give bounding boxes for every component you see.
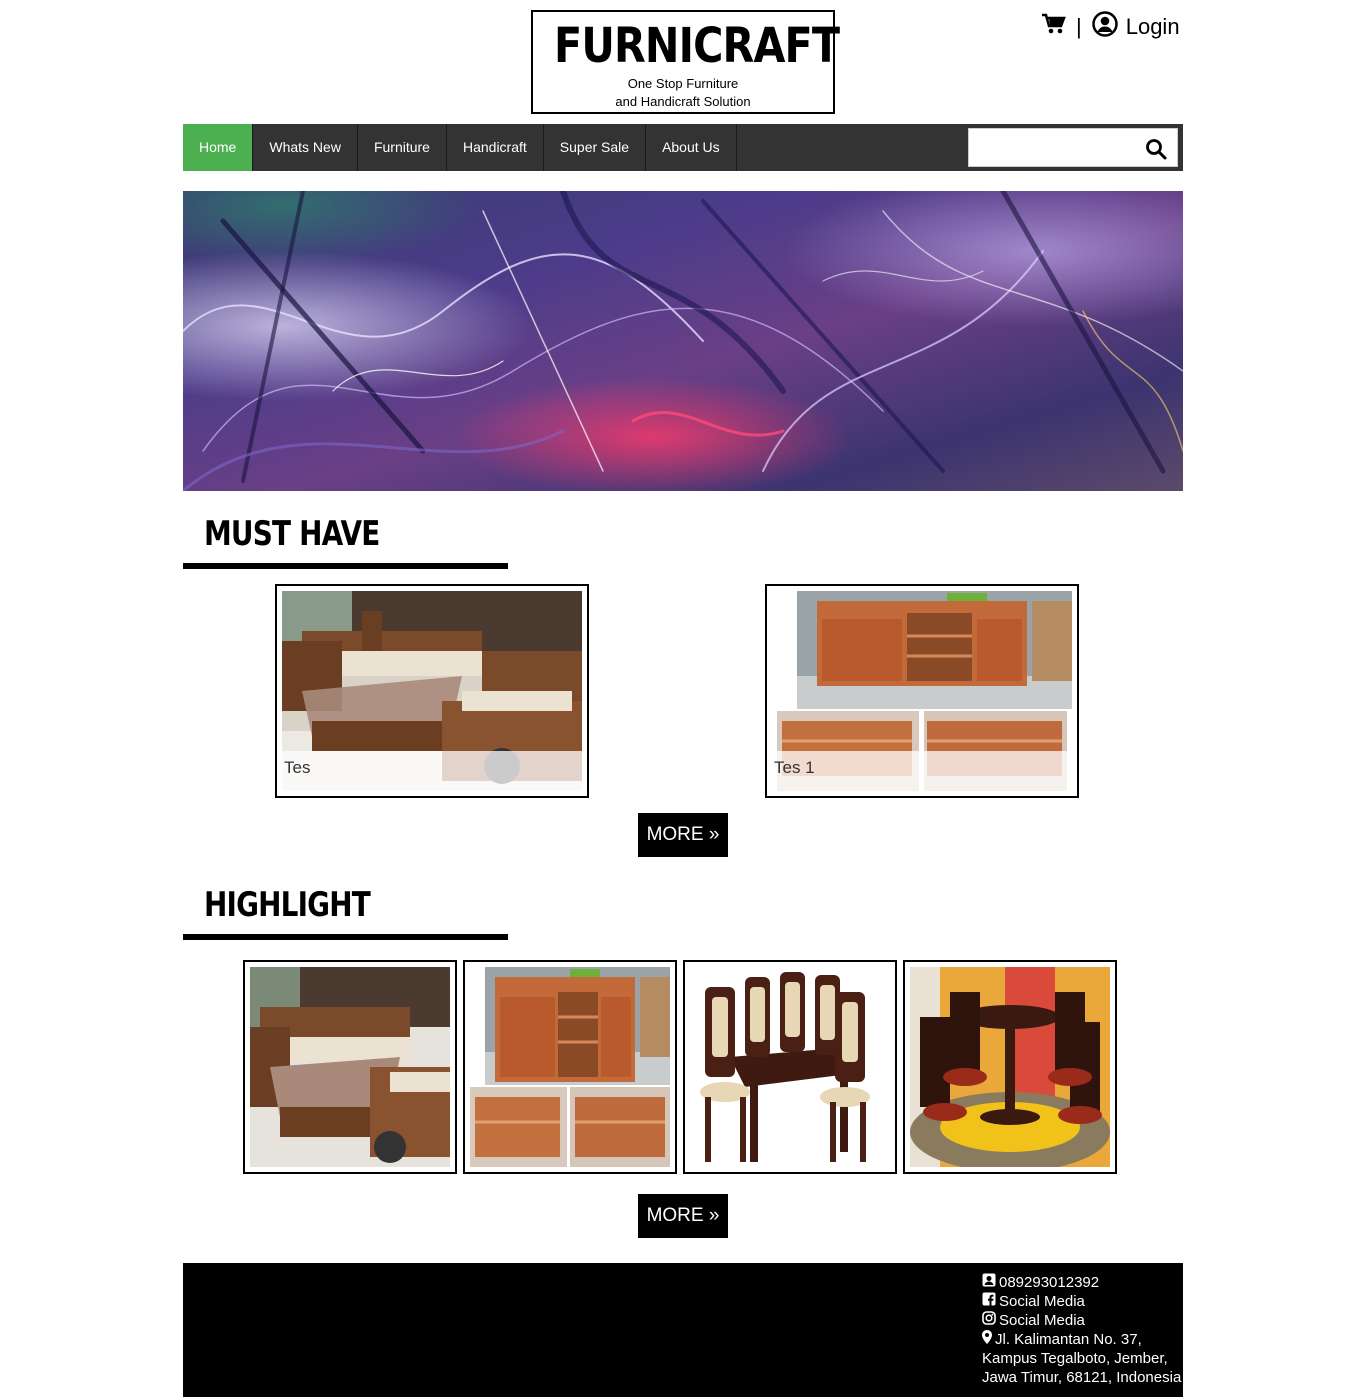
logo-title: FURNICRAFT: [554, 18, 840, 74]
must-have-title: MUST HAVE: [204, 514, 380, 554]
product-caption: Tes 1: [772, 751, 1072, 791]
highlight-image-cabinet: [470, 967, 670, 1167]
header-actions: | Login: [1042, 11, 1180, 43]
product-card[interactable]: Tes 1: [765, 584, 1079, 798]
product-card[interactable]: Tes: [275, 584, 589, 798]
instagram-icon: [982, 1311, 996, 1330]
map-marker-icon: [982, 1330, 992, 1349]
nav-home[interactable]: Home: [183, 124, 254, 171]
search-input[interactable]: [969, 129, 1134, 166]
main-navbar: Home Whats New Furniture Handicraft Supe…: [183, 124, 1183, 171]
footer-address-line-1: Jl. Kalimantan No. 37,: [995, 1331, 1142, 1348]
footer-facebook-link[interactable]: Social Media: [999, 1292, 1085, 1311]
cart-icon[interactable]: [1042, 13, 1066, 41]
nav-whats-new[interactable]: Whats New: [253, 124, 358, 171]
highlight-card[interactable]: [463, 960, 677, 1174]
nav-furniture[interactable]: Furniture: [358, 124, 447, 171]
header-separator: |: [1076, 14, 1082, 39]
product-caption: Tes: [282, 751, 582, 791]
contact-card-icon: [982, 1273, 996, 1292]
highlight-image-round-dining-set: [910, 967, 1110, 1167]
logo-subtitle-line-2: and Handicraft Solution: [615, 94, 751, 109]
nav-super-sale[interactable]: Super Sale: [544, 124, 647, 171]
site-logo[interactable]: FURNICRAFT One Stop Furniture and Handic…: [531, 10, 840, 114]
highlight-title: HIGHLIGHT: [204, 885, 371, 925]
logo-subtitle-line-1: One Stop Furniture: [627, 76, 739, 91]
search-icon[interactable]: [1145, 138, 1167, 160]
highlight-card[interactable]: [243, 960, 457, 1174]
nav-handicraft[interactable]: Handicraft: [447, 124, 544, 171]
must-have-more-button[interactable]: MORE »: [638, 813, 728, 857]
highlight-underline: [183, 934, 508, 940]
highlight-card[interactable]: [903, 960, 1117, 1174]
user-circle-icon[interactable]: [1091, 11, 1118, 43]
highlight-image-dining-set: [690, 967, 890, 1167]
contact-info: 089293012392 Social Media Social Media J…: [982, 1273, 1181, 1387]
abstract-banner-image: [183, 191, 1183, 491]
hero-banner: [183, 191, 1183, 491]
nav-about-us[interactable]: About Us: [646, 124, 737, 171]
footer-address-line-3: Jawa Timur, 68121, Indonesia: [982, 1369, 1182, 1386]
highlight-more-button[interactable]: MORE »: [638, 1194, 728, 1238]
footer-phone[interactable]: 089293012392: [999, 1273, 1099, 1292]
facebook-icon: [982, 1292, 996, 1311]
login-link[interactable]: Login: [1126, 14, 1180, 40]
highlight-card[interactable]: [683, 960, 897, 1174]
highlight-image-sofa: [250, 967, 450, 1167]
footer-address-line-2: Kampus Tegalboto, Jember,: [982, 1350, 1168, 1367]
must-have-underline: [183, 563, 508, 569]
footer-instagram-link[interactable]: Social Media: [999, 1311, 1085, 1330]
search-box: [968, 128, 1178, 167]
site-footer: 089293012392 Social Media Social Media J…: [183, 1263, 1183, 1397]
